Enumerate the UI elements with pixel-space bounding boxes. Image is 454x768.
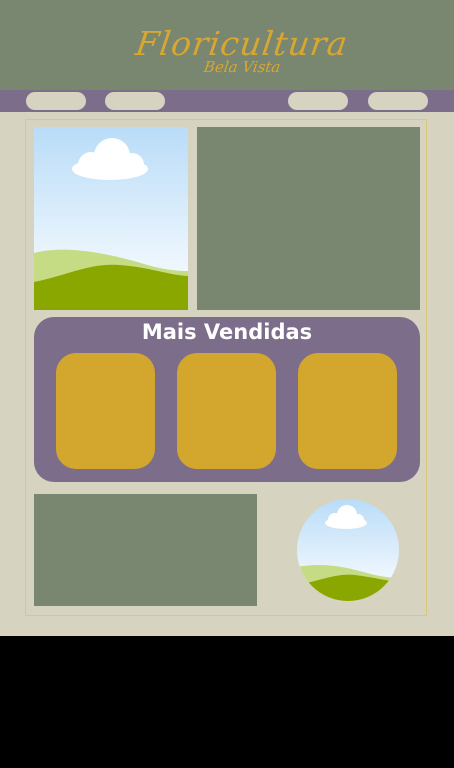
hero-panel (197, 127, 420, 310)
header: Floricultura Bela Vista (0, 0, 454, 90)
nav-button-3[interactable] (288, 92, 348, 110)
product-card-1[interactable] (56, 353, 155, 469)
landscape-placeholder-icon (34, 127, 188, 310)
page: Floricultura Bela Vista Mais Vendidas (0, 0, 454, 636)
product-card-3[interactable] (298, 353, 397, 469)
logo[interactable]: Floricultura Bela Vista (120, 18, 350, 80)
circle-image[interactable] (297, 499, 399, 601)
landscape-placeholder-icon (297, 499, 399, 601)
nav-button-1[interactable] (26, 92, 86, 110)
best-sellers-section: Mais Vendidas (34, 317, 420, 482)
hero-image[interactable] (34, 127, 188, 310)
nav-button-4[interactable] (368, 92, 428, 110)
product-card-2[interactable] (177, 353, 276, 469)
best-sellers-title: Mais Vendidas (141, 320, 313, 344)
nav-button-2[interactable] (105, 92, 165, 110)
nav-bar (0, 90, 454, 112)
logo-subtitle: Bela Vista (202, 58, 282, 76)
bottom-panel (34, 494, 257, 606)
